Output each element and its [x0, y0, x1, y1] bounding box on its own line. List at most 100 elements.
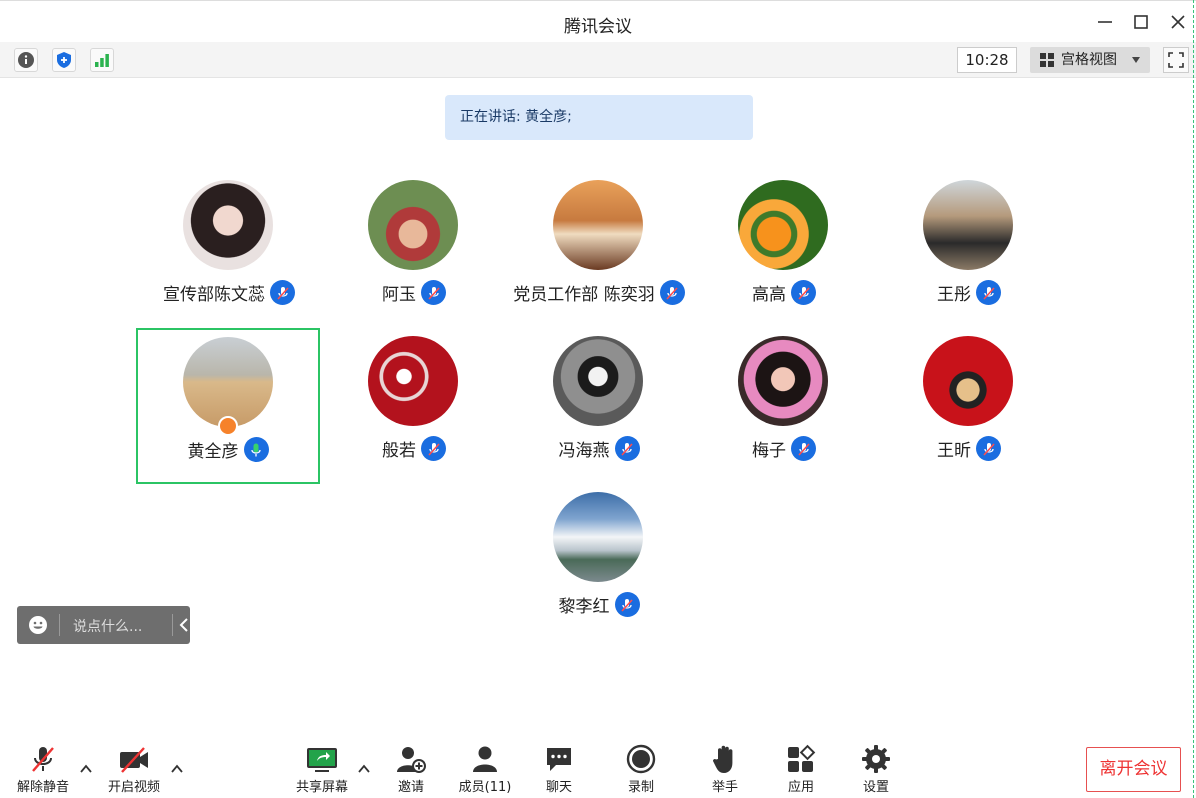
grid-icon: [1040, 53, 1054, 67]
muted-mic-icon: [791, 280, 816, 305]
shield-icon: [57, 52, 71, 68]
participant-name: 黄全彦: [187, 442, 239, 462]
chevron-up-icon[interactable]: [357, 762, 371, 776]
muted-mic-icon: [614, 592, 640, 617]
avatar: [923, 336, 1013, 426]
close-icon[interactable]: [1169, 13, 1187, 31]
mic-off-icon: [32, 747, 54, 772]
participant-name: 般若: [382, 441, 416, 461]
avatar: [368, 336, 458, 426]
share-screen-label: 共享屏幕: [295, 780, 348, 795]
chat-button[interactable]: 聊天: [519, 742, 599, 795]
members-label: 成员(11): [458, 780, 512, 795]
bottom-control-bar: 解除静音 开启视频 共享屏幕 邀请 成员(11) 聊天 录制 举手 应用 设置: [0, 730, 1196, 798]
muted-mic-icon: [976, 280, 1001, 305]
record-label: 录制: [627, 780, 654, 795]
avatar: [183, 337, 273, 427]
avatar: [368, 180, 458, 270]
meeting-info-button[interactable]: [14, 48, 38, 72]
avatar: [183, 180, 273, 270]
chat-label: 聊天: [545, 780, 572, 795]
settings-label: 设置: [862, 780, 889, 795]
avatar: [553, 180, 643, 270]
participant-tile[interactable]: 宣传部陈文蕊: [137, 180, 321, 334]
emoji-icon[interactable]: [28, 615, 48, 635]
maximize-icon[interactable]: [1132, 13, 1150, 31]
chevron-up-icon[interactable]: [79, 762, 93, 776]
fullscreen-icon: [1168, 52, 1184, 68]
participant-tile[interactable]: 王彤: [877, 180, 1061, 334]
settings-button[interactable]: 设置: [836, 742, 916, 795]
members-button[interactable]: 成员(11): [445, 742, 525, 795]
meeting-window: 腾讯会议 10:28 宫格视图 正在讲话: 黄全彦; 宣传部陈文蕊 阿玉 党员工…: [0, 0, 1196, 798]
info-icon: [18, 52, 34, 68]
mic-active-icon: [243, 437, 269, 462]
unmute-button[interactable]: 解除静音: [3, 742, 83, 795]
participant-name: 高高: [752, 285, 786, 305]
participant-tile[interactable]: 冯海燕: [507, 336, 691, 490]
participant-tile[interactable]: 般若: [322, 336, 506, 490]
muted-mic-icon: [421, 280, 446, 305]
leave-meeting-button[interactable]: 离开会议: [1086, 747, 1181, 792]
host-badge-icon: [218, 416, 238, 436]
chat-icon: [547, 748, 571, 771]
divider: [59, 614, 60, 636]
muted-mic-icon: [791, 436, 816, 461]
view-mode-label: 宫格视图: [1061, 52, 1117, 68]
participant-name: 冯海燕: [558, 441, 610, 461]
speaking-indicator: 正在讲话: 黄全彦;: [445, 95, 753, 140]
members-icon: [473, 746, 497, 772]
unmute-label: 解除静音: [16, 780, 69, 795]
apps-icon: [788, 744, 816, 772]
participant-tile[interactable]: 梅子: [692, 336, 876, 490]
participant-name: 阿玉: [382, 285, 416, 305]
signal-icon: [95, 54, 109, 67]
raise-hand-button[interactable]: 举手: [685, 742, 765, 795]
title-bar: 腾讯会议: [0, 0, 1196, 42]
quick-chat-bar[interactable]: 说点什么...: [17, 606, 190, 644]
avatar: [923, 180, 1013, 270]
participant-name: 宣传部陈文蕊: [163, 285, 265, 305]
participant-name: 党员工作部 陈奕羽: [513, 285, 655, 305]
start-video-label: 开启视频: [107, 780, 160, 795]
participant-tile[interactable]: 阿玉: [322, 180, 506, 334]
record-icon: [626, 744, 656, 774]
invite-user-icon: [397, 747, 426, 773]
fullscreen-button[interactable]: [1163, 47, 1189, 73]
dropdown-arrow-icon: [1132, 57, 1140, 63]
start-video-button[interactable]: 开启视频: [94, 742, 174, 795]
window-title: 腾讯会议: [564, 17, 632, 37]
raise-hand-icon: [712, 745, 733, 773]
window-edge: [1193, 0, 1194, 798]
apps-button[interactable]: 应用: [761, 742, 841, 795]
gear-icon: [862, 745, 890, 773]
video-off-icon: [120, 747, 148, 773]
view-mode-dropdown[interactable]: 宫格视图: [1030, 47, 1150, 73]
participant-tile[interactable]: 黎李红: [507, 492, 691, 646]
participant-name: 黎李红: [558, 597, 610, 617]
participant-tile[interactable]: 党员工作部 陈奕羽: [507, 180, 691, 334]
invite-label: 邀请: [397, 780, 424, 795]
chat-input[interactable]: 说点什么...: [73, 616, 142, 636]
participant-name: 王彤: [937, 285, 971, 305]
chevron-up-icon[interactable]: [170, 762, 184, 776]
network-status-button[interactable]: [90, 48, 114, 72]
chevron-left-icon[interactable]: [179, 618, 189, 632]
record-button[interactable]: 录制: [601, 742, 681, 795]
security-button[interactable]: [52, 48, 76, 72]
top-toolbar: 10:28 宫格视图: [0, 42, 1196, 78]
invite-button[interactable]: 邀请: [371, 742, 451, 795]
participant-tile[interactable]: 王昕: [877, 336, 1061, 490]
share-screen-button[interactable]: 共享屏幕: [282, 742, 362, 795]
raise-hand-label: 举手: [711, 780, 738, 795]
muted-mic-icon: [421, 436, 446, 461]
muted-mic-icon: [614, 436, 640, 461]
muted-mic-icon: [976, 436, 1001, 461]
participant-name: 王昕: [937, 441, 971, 461]
participant-tile[interactable]: 高高: [692, 180, 876, 334]
minimize-icon[interactable]: [1096, 13, 1114, 31]
participant-name: 梅子: [752, 441, 786, 461]
avatar: [738, 180, 828, 270]
meeting-clock: 10:28: [957, 47, 1017, 73]
avatar: [553, 492, 643, 582]
